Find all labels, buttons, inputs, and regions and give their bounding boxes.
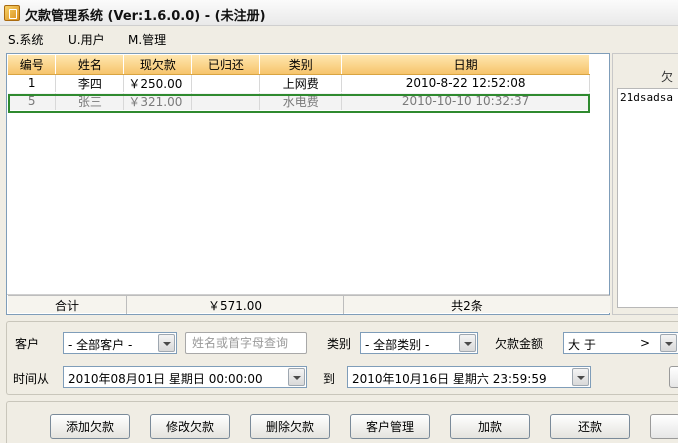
cell-category: 上网费 [259,74,343,93]
menu-user[interactable]: U.用户 [68,31,105,48]
delete-debt-button[interactable]: 删除欠款 [250,414,330,439]
menu-system[interactable]: S.系统 [8,31,43,48]
amount-label: 欠款金额 [495,337,544,351]
col-header-owed[interactable]: 现欠款 [123,55,193,75]
detail-caption: 欠 [661,70,674,84]
summary-label: 合计 [54,299,79,313]
cell-category: 水电费 [259,92,343,111]
customer-label: 客户 [15,337,40,351]
summary-total: ￥571.00 [208,299,262,313]
cell-id: 5 [8,92,57,111]
repay-button[interactable]: 还款 [550,414,630,439]
col-header-id[interactable]: 编号 [8,55,57,75]
chevron-down-icon[interactable] [572,368,589,386]
amount-operator-value: 大 于 [568,338,596,352]
edit-debt-button[interactable]: 修改欠款 [150,414,230,439]
cell-date: 2010-10-10 10:32:37 [341,92,590,111]
app-icon [4,5,20,21]
amount-operator-select[interactable]: 大 于 > [563,332,678,354]
summary-row: 合计 ￥571.00 共2条 [8,295,610,314]
table-row-selected[interactable]: 5 张三 ￥321.00 水电费 2010-10-10 10:32:37 [8,92,590,111]
title-bar: 欠款管理系统 (Ver:1.6.0.0) - (未注册) [0,0,678,26]
time-from-picker[interactable]: 2010年08月01日 星期日 00:00:00 [63,366,307,388]
time-from-value: 2010年08月01日 星期日 00:00:00 [68,372,263,386]
col-header-category[interactable]: 类别 [259,55,343,75]
more-button-partial[interactable] [650,414,678,439]
name-search-input[interactable] [185,332,307,354]
chevron-down-icon[interactable] [158,334,175,352]
detail-text-box[interactable]: 21dsadsa [617,88,678,308]
detail-text: 21dsadsa [620,91,673,104]
summary-count: 共2条 [451,299,483,313]
table-row[interactable]: 1 李四 ￥250.00 上网费 2010-8-22 12:52:08 [8,74,590,93]
category-label: 类别 [327,337,352,351]
customer-select[interactable]: - 全部客户 - [63,332,177,354]
cell-date: 2010-8-22 12:52:08 [341,74,590,93]
customer-manage-button[interactable]: 客户管理 [350,414,430,439]
cell-returned [191,74,261,93]
action-bar: 添加欠款 修改欠款 删除欠款 客户管理 加款 还款 [6,401,678,443]
time-to-picker[interactable]: 2010年10月16日 星期六 23:59:59 [347,366,591,388]
vertical-scrollbar[interactable] [591,54,609,294]
cell-owed: ￥321.00 [123,92,193,111]
time-to-label: 到 [323,372,336,386]
cell-returned [191,92,261,111]
col-header-returned[interactable]: 已归还 [191,55,261,75]
cell-id: 1 [8,74,57,93]
detail-panel: 欠 21dsadsa [612,53,678,315]
amount-operator-symbol: > [640,336,651,350]
cell-name: 李四 [55,74,125,93]
query-button-partial[interactable] [669,366,678,388]
time-to-value: 2010年10月16日 星期六 23:59:59 [352,372,547,386]
add-amount-button[interactable]: 加款 [450,414,530,439]
filter-panel: 客户 - 全部客户 - 类别 - 全部类别 - 欠款金额 大 于 > 时间从 2… [6,321,678,395]
col-header-date[interactable]: 日期 [341,55,590,75]
chevron-down-icon[interactable] [288,368,305,386]
time-from-label: 时间从 [13,372,50,386]
category-select[interactable]: - 全部类别 - [360,332,478,354]
menu-bar: S.系统 U.用户 M.管理 [0,27,678,49]
customer-select-value: - 全部客户 - [68,338,133,352]
debt-table: 编号 姓名 现欠款 已归还 类别 日期 1 李四 ￥250.00 上网费 201… [6,53,610,315]
chevron-down-icon[interactable] [459,334,476,352]
table-header-row: 编号 姓名 现欠款 已归还 类别 日期 [8,55,590,75]
category-select-value: - 全部类别 - [365,338,430,352]
cell-owed: ￥250.00 [123,74,193,93]
col-header-name[interactable]: 姓名 [55,55,125,75]
window-title: 欠款管理系统 (Ver:1.6.0.0) - (未注册) [25,9,266,24]
menu-manage[interactable]: M.管理 [128,31,166,48]
chevron-down-icon[interactable] [660,334,677,352]
add-debt-button[interactable]: 添加欠款 [50,414,130,439]
cell-name: 张三 [55,92,125,111]
